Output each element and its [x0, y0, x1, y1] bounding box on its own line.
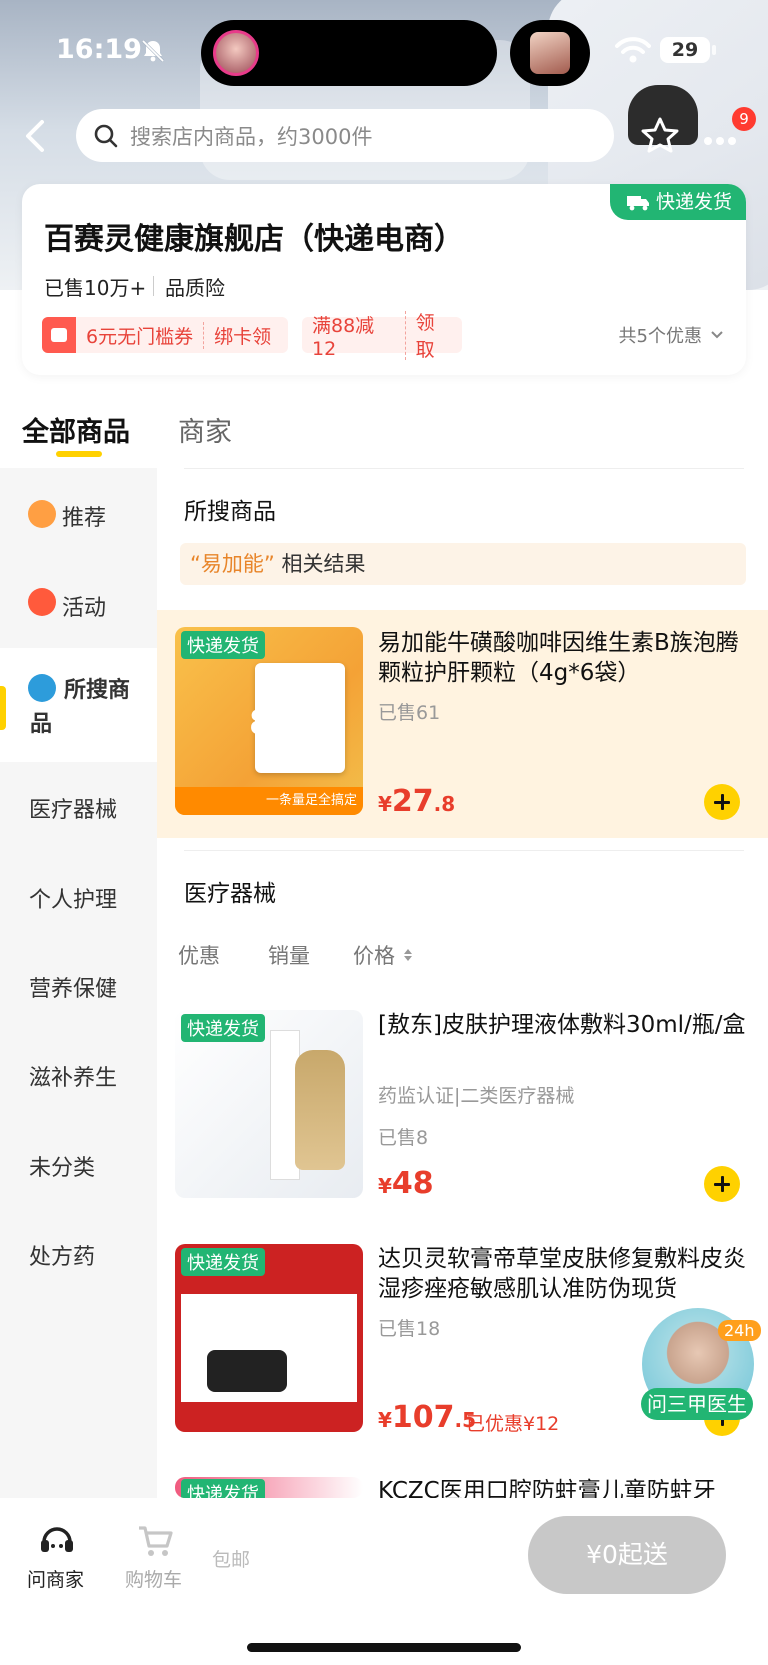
section-title-medical: 医疗器械 [184, 881, 276, 907]
active-indicator [0, 686, 6, 730]
express-tag: 快递发货 [181, 631, 265, 659]
ask-merchant-label[interactable]: 问商家 [27, 1565, 84, 1592]
checkout-button[interactable]: ¥0起送 [528, 1516, 726, 1594]
product-image[interactable]: 快递发货 [175, 1010, 363, 1198]
product-title[interactable]: 达贝灵软膏帝草堂皮肤修复敷料皮炎湿疹痤疮敏感肌认准防伪现货 [378, 1244, 750, 1304]
tab-merchant[interactable]: 商家 [178, 410, 232, 449]
express-tag: 快递发货 [181, 1014, 265, 1042]
wifi-icon [615, 37, 651, 63]
product-price: ¥48 [378, 1166, 434, 1201]
favorite-star-icon[interactable] [640, 115, 680, 155]
coupon-action[interactable]: 绑卡领 [204, 322, 281, 349]
product-image[interactable]: 快递发货 [175, 1244, 363, 1432]
tag-icon [28, 588, 56, 616]
product-image-banner [181, 1402, 357, 1426]
sidebar-item-medical-devices[interactable]: 医疗器械 [0, 792, 157, 828]
related-results-banner: “易加能” 相关结果 [180, 543, 746, 585]
product-image-banner: 一条量足全搞定 [175, 787, 363, 815]
product-image-number: 800 [249, 703, 320, 743]
divider [153, 276, 154, 296]
add-to-cart-button[interactable] [704, 1166, 740, 1202]
free-shipping-label: 包邮 [212, 1549, 251, 1571]
sidebar-item-prescription[interactable]: 处方药 [0, 1239, 157, 1275]
sidebar-item-activity[interactable]: 活动 [0, 586, 157, 626]
home-indicator [247, 1643, 521, 1652]
search-icon [94, 124, 118, 147]
cart-icon[interactable] [136, 1522, 174, 1560]
product-sold-count: 已售18 [378, 1318, 441, 1340]
product-title[interactable]: [敖东]皮肤护理液体敷料30ml/瓶/盒 [378, 1010, 750, 1040]
search-keyword: “易加能” [190, 552, 275, 576]
store-info-card: 快递发货 百赛灵健康旗舰店（快递电商） 已售10万+ 品质险 6元无门槛券 绑卡… [22, 184, 746, 375]
express-tag: 快递发货 [181, 1479, 265, 1498]
tab-all-products[interactable]: 全部商品 [22, 410, 130, 449]
sidebar-item-searched[interactable]: 所搜商品 [0, 648, 157, 762]
battery-indicator: 29 [660, 37, 716, 63]
chevron-down-icon [711, 331, 723, 339]
more-menu-icon[interactable] [704, 130, 744, 145]
divider [184, 850, 744, 851]
sidebar-item-personal-care[interactable]: 个人护理 [0, 882, 157, 918]
back-arrow-icon[interactable] [18, 116, 52, 156]
store-name[interactable]: 百赛灵健康旗舰店（快递电商） [44, 214, 464, 258]
product-image[interactable]: 快递发货 [175, 1477, 363, 1498]
coupon-no-threshold[interactable]: 6元无门槛券 绑卡领 [42, 317, 288, 353]
status-time: 16:19 [56, 34, 142, 65]
bell-muted-icon [141, 39, 165, 63]
tab-active-indicator [56, 451, 102, 457]
coupon-claim-button[interactable]: 领取 [406, 308, 462, 362]
coupon-label: 6元无门槛券 [76, 321, 205, 349]
doctor-consult-button[interactable]: 问三甲医生 [641, 1388, 753, 1420]
sidebar-item-uncategorized[interactable]: 未分类 [0, 1150, 157, 1186]
sidebar-item-nutrition[interactable]: 营养保健 [0, 971, 157, 1007]
sidebar-item-recommend[interactable]: 推荐 [0, 496, 157, 536]
product-bottle [295, 1050, 345, 1170]
express-delivery-tag: 快递发货 [609, 184, 746, 220]
search-placeholder: 搜索店内商品，约3000件 [130, 124, 373, 149]
sort-arrows-icon [404, 949, 412, 961]
filter-sales[interactable]: 销量 [268, 940, 310, 970]
24h-badge: 24h [718, 1320, 761, 1341]
product-title[interactable]: KCZC医用口腔防蛀膏儿童防蛀牙 [378, 1476, 750, 1498]
store-sold-count: 已售10万+ [44, 276, 147, 300]
product-sold-count: 已售61 [378, 702, 441, 724]
coupon-label: 满88减12 [302, 310, 406, 360]
dynamic-island-secondary [510, 20, 590, 86]
express-tag: 快递发货 [181, 1248, 265, 1276]
store-search-input[interactable]: 搜索店内商品，约3000件 [76, 109, 614, 162]
product-jar [207, 1350, 287, 1392]
product-price: ¥107.5 [378, 1400, 477, 1435]
message-badge: 9 [732, 107, 756, 131]
add-to-cart-button[interactable] [704, 784, 740, 820]
truck-icon [626, 196, 649, 211]
live-avatar [213, 30, 259, 76]
dynamic-island [201, 20, 497, 86]
all-offers-toggle[interactable]: 共5个优惠 [619, 322, 724, 348]
product-title[interactable]: 易加能牛磺酸咖啡因维生素B族泡腾颗粒护肝颗粒（4g*6袋） [378, 628, 750, 688]
filter-price[interactable]: 价格 [353, 940, 413, 970]
coupon-spend-discount[interactable]: 满88减12 领取 [302, 310, 462, 361]
customer-service-icon[interactable] [38, 1524, 76, 1558]
product-sold-count: 已售8 [378, 1127, 429, 1149]
product-certification: 药监认证|二类医疗器械 [378, 1085, 575, 1107]
cart-label[interactable]: 购物车 [125, 1565, 182, 1592]
product-price: ¥27.8 [378, 784, 456, 819]
coupon-icon [42, 317, 76, 353]
live-avatar-2 [530, 32, 570, 74]
section-title-searched: 所搜商品 [184, 499, 276, 525]
filter-discount[interactable]: 优惠 [178, 940, 220, 970]
bookmark-icon [28, 500, 56, 528]
product-image[interactable]: 800 一条量足全搞定 快递发货 [175, 627, 363, 815]
divider [184, 468, 744, 469]
quality-insurance-label: 品质险 [165, 276, 225, 300]
discount-amount: 已优惠¥12 [466, 1413, 560, 1435]
sidebar-item-tonic[interactable]: 滋补养生 [0, 1060, 157, 1096]
